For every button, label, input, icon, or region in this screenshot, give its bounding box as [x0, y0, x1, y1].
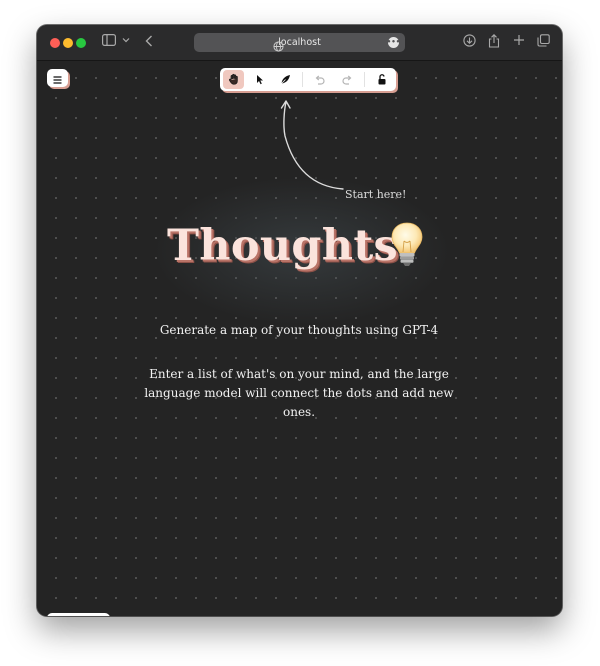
- tab-overview-icon[interactable]: [537, 34, 550, 47]
- redo-button[interactable]: [337, 70, 358, 89]
- zoom-window-button[interactable]: [76, 38, 86, 48]
- zoom-controls: − +: [47, 613, 110, 616]
- undo-icon: [314, 70, 325, 89]
- new-tab-plus-icon[interactable]: [513, 34, 525, 46]
- start-here-arrow-icon: [280, 100, 344, 190]
- browser-window: localhost ••• Start here! Thoughts Gener…: [37, 25, 562, 616]
- minimize-window-button[interactable]: [63, 38, 73, 48]
- lightbulb-icon: [391, 222, 423, 266]
- toolbar-divider: [302, 72, 303, 87]
- hand-icon: [228, 70, 240, 89]
- unlock-icon: [377, 70, 387, 89]
- chevron-down-icon[interactable]: [122, 36, 130, 44]
- back-arrow-icon[interactable]: [145, 35, 153, 47]
- zoom-out-button[interactable]: −: [47, 613, 68, 616]
- subtitle-text: Generate a map of your thoughts using GP…: [159, 323, 439, 337]
- hamburger-menu-icon: [53, 69, 62, 88]
- thought-map-canvas[interactable]: Start here! Thoughts Generate a map of y…: [37, 61, 562, 616]
- zoom-in-button[interactable]: +: [89, 613, 110, 616]
- download-icon[interactable]: [463, 34, 476, 47]
- cursor-arrow-icon: [255, 70, 265, 89]
- description-text: Enter a list of what's on your mind, and…: [144, 367, 454, 419]
- lock-button[interactable]: [371, 70, 392, 89]
- hand-tool-button[interactable]: [223, 70, 244, 89]
- close-window-button[interactable]: [50, 38, 60, 48]
- globe-icon: [273, 37, 284, 56]
- browser-titlebar: localhost •••: [37, 25, 562, 61]
- address-bar[interactable]: localhost •••: [194, 33, 405, 52]
- select-tool-button[interactable]: [249, 70, 270, 89]
- canvas-toolbar: [220, 68, 396, 91]
- undo-button[interactable]: [309, 70, 330, 89]
- toolbar-divider: [364, 72, 365, 87]
- draw-tool-button[interactable]: [275, 70, 296, 89]
- leaf-pen-icon: [280, 70, 291, 89]
- share-icon[interactable]: [488, 34, 500, 48]
- more-options-icon[interactable]: •••: [387, 37, 400, 48]
- title-text: Thoughts: [167, 221, 399, 271]
- sidebar-toggle-icon[interactable]: [102, 34, 116, 46]
- start-here-hint: Start here!: [345, 188, 407, 201]
- zoom-reset-button[interactable]: [68, 613, 89, 616]
- menu-button[interactable]: [47, 69, 68, 87]
- redo-icon: [342, 70, 353, 89]
- url-text: localhost: [278, 37, 321, 48]
